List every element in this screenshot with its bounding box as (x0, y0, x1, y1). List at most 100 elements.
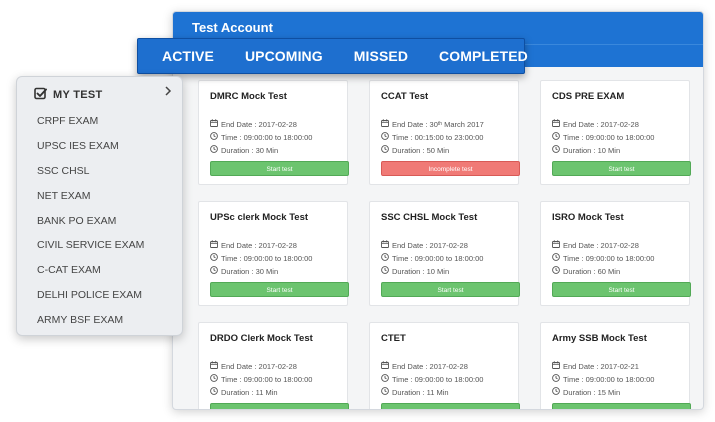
sidebar-item-army-bsf[interactable]: ARMY BSF EXAM (37, 314, 123, 326)
sidebar-item-ssc-chsl[interactable]: SSC CHSL (37, 165, 90, 177)
calendar-icon (552, 119, 560, 129)
calendar-icon (381, 119, 389, 129)
test-time-row: Time : 09:00:00 to 18:00:00 (210, 374, 312, 384)
test-time-row: Time : 09:00:00 to 18:00:00 (381, 374, 483, 384)
clock-icon (552, 145, 560, 155)
start-test-button[interactable]: Start test (381, 282, 520, 297)
test-duration-row: Duration : 11 Min (210, 387, 278, 397)
test-end-date: End Date : 2017-02-28 (392, 240, 468, 250)
test-duration-row: Duration : 10 Min (552, 145, 620, 155)
test-card: Army SSB Mock Test End Date : 2017-02-21 T… (540, 322, 691, 409)
sidebar-item-crpf[interactable]: CRPF EXAM (37, 115, 98, 127)
test-duration-row: Duration : 50 Min (381, 145, 449, 155)
clock-icon (210, 132, 218, 142)
test-card: CTET End Date : 2017-02-28 Time : 09:00:00… (369, 322, 520, 409)
sidebar-item-delhi-police[interactable]: DELHI POLICE EXAM (37, 289, 142, 301)
test-duration-row: Duration : 30 Min (210, 266, 278, 276)
tab-missed[interactable]: MISSED (354, 48, 408, 64)
tab-active[interactable]: ACTIVE (162, 48, 214, 64)
test-duration: Duration : 50 Min (392, 145, 450, 155)
test-end-date: End Date : 30 (392, 119, 438, 129)
test-card-title: DRDO Clerk Mock Test (210, 333, 313, 344)
start-test-button[interactable]: Start test (552, 161, 691, 176)
test-time-row: Time : 09:00:00 to 18:00:00 (210, 253, 312, 263)
test-time: Time : 09:00:00 to 18:00:00 (221, 374, 313, 384)
test-end-date-row: End Date : 2017-02-28 (210, 361, 297, 371)
test-card-title: SSC CHSL Mock Test (381, 212, 478, 223)
test-card-title: CCAT Test (381, 91, 429, 102)
clock-icon (381, 145, 389, 155)
test-end-date: End Date : 2017-02-28 (221, 240, 297, 250)
test-duration: Duration : 30 Min (221, 145, 279, 155)
clock-icon (552, 266, 560, 276)
test-card: CDS PRE EXAM End Date : 2017-02-28 Time : … (540, 80, 691, 185)
chevron-right-icon[interactable] (164, 85, 172, 99)
test-card-title: UPSc clerk Mock Test (210, 212, 309, 223)
test-duration: Duration : 10 Min (563, 145, 621, 155)
test-duration: Duration : 11 Min (392, 387, 449, 397)
test-duration: Duration : 15 Min (563, 387, 621, 397)
clock-icon (210, 266, 218, 276)
tab-completed[interactable]: COMPLETED (439, 48, 528, 64)
test-time: Time : 09:00:00 to 18:00:00 (563, 253, 655, 263)
calendar-icon (210, 361, 218, 371)
clock-icon (552, 387, 560, 397)
clock-icon (381, 132, 389, 142)
start-test-button[interactable]: Start test (552, 282, 691, 297)
start-test-button[interactable]: Start test (210, 161, 349, 176)
test-card-title: CTET (381, 333, 406, 344)
test-time-row: Time : 00:15:00 to 23:00:00 (381, 132, 483, 142)
test-duration: Duration : 60 Min (563, 266, 621, 276)
sidebar-item-bank-po[interactable]: BANK PO EXAM (37, 215, 116, 227)
test-end-date: End Date : 2017-02-28 (221, 119, 297, 129)
test-card-title: DMRC Mock Test (210, 91, 287, 102)
start-test-button[interactable] (210, 403, 349, 409)
test-duration: Duration : 10 Min (392, 266, 450, 276)
calendar-icon (210, 119, 218, 129)
my-test-header[interactable]: MY TEST (34, 87, 103, 103)
test-time: Time : 09:00:00 to 18:00:00 (221, 132, 313, 142)
clock-icon (381, 253, 389, 263)
test-end-date: End Date : 2017-02-28 (563, 119, 639, 129)
test-duration-row: Duration : 60 Min (552, 266, 620, 276)
test-duration: Duration : 30 Min (221, 266, 279, 276)
test-time: Time : 09:00:00 to 18:00:00 (563, 374, 655, 384)
sidebar-item-upsc-ies[interactable]: UPSC IES EXAM (37, 140, 119, 152)
test-time: Time : 09:00:00 to 18:00:00 (392, 253, 484, 263)
start-test-button[interactable]: Start test (210, 282, 349, 297)
test-duration-row: Duration : 15 Min (552, 387, 620, 397)
test-end-date-row: End Date : 30th March 2017 (381, 119, 484, 129)
calendar-icon (552, 240, 560, 250)
clock-icon (210, 145, 218, 155)
test-duration-row: Duration : 30 Min (210, 145, 278, 155)
test-time: Time : 09:00:00 to 18:00:00 (392, 374, 484, 384)
clock-icon (552, 374, 560, 384)
sidebar-item-civil-service[interactable]: CIVIL SERVICE EXAM (37, 239, 144, 251)
clock-icon (381, 387, 389, 397)
tab-upcoming[interactable]: UPCOMING (245, 48, 323, 64)
start-test-button[interactable] (552, 403, 691, 409)
start-test-button[interactable] (381, 403, 520, 409)
test-time-row: Time : 09:00:00 to 18:00:00 (381, 253, 483, 263)
test-end-date-row: End Date : 2017-02-21 (552, 361, 639, 371)
test-end-date-tail: March 2017 (442, 119, 484, 129)
calendar-icon (381, 240, 389, 250)
test-time-row: Time : 09:00:00 to 18:00:00 (552, 374, 654, 384)
checkbox-icon (34, 87, 47, 103)
test-card-title: ISRO Mock Test (552, 212, 624, 223)
test-time: Time : 00:15:00 to 23:00:00 (392, 132, 484, 142)
test-time-row: Time : 09:00:00 to 18:00:00 (552, 253, 654, 263)
sidebar-item-net[interactable]: NET EXAM (37, 190, 90, 202)
clock-icon (210, 374, 218, 384)
test-time-row: Time : 09:00:00 to 18:00:00 (552, 132, 654, 142)
test-end-date-row: End Date : 2017-02-28 (381, 240, 468, 250)
calendar-icon (552, 361, 560, 371)
sidebar-item-c-cat[interactable]: C-CAT EXAM (37, 264, 101, 276)
test-time: Time : 09:00:00 to 18:00:00 (221, 253, 313, 263)
test-end-date-row: End Date : 2017-02-28 (381, 361, 468, 371)
test-end-date-row: End Date : 2017-02-28 (210, 240, 297, 250)
incomplete-test-button[interactable]: Incomplete test (381, 161, 520, 176)
clock-icon (381, 266, 389, 276)
calendar-icon (210, 240, 218, 250)
test-end-date-row: End Date : 2017-02-28 (210, 119, 297, 129)
